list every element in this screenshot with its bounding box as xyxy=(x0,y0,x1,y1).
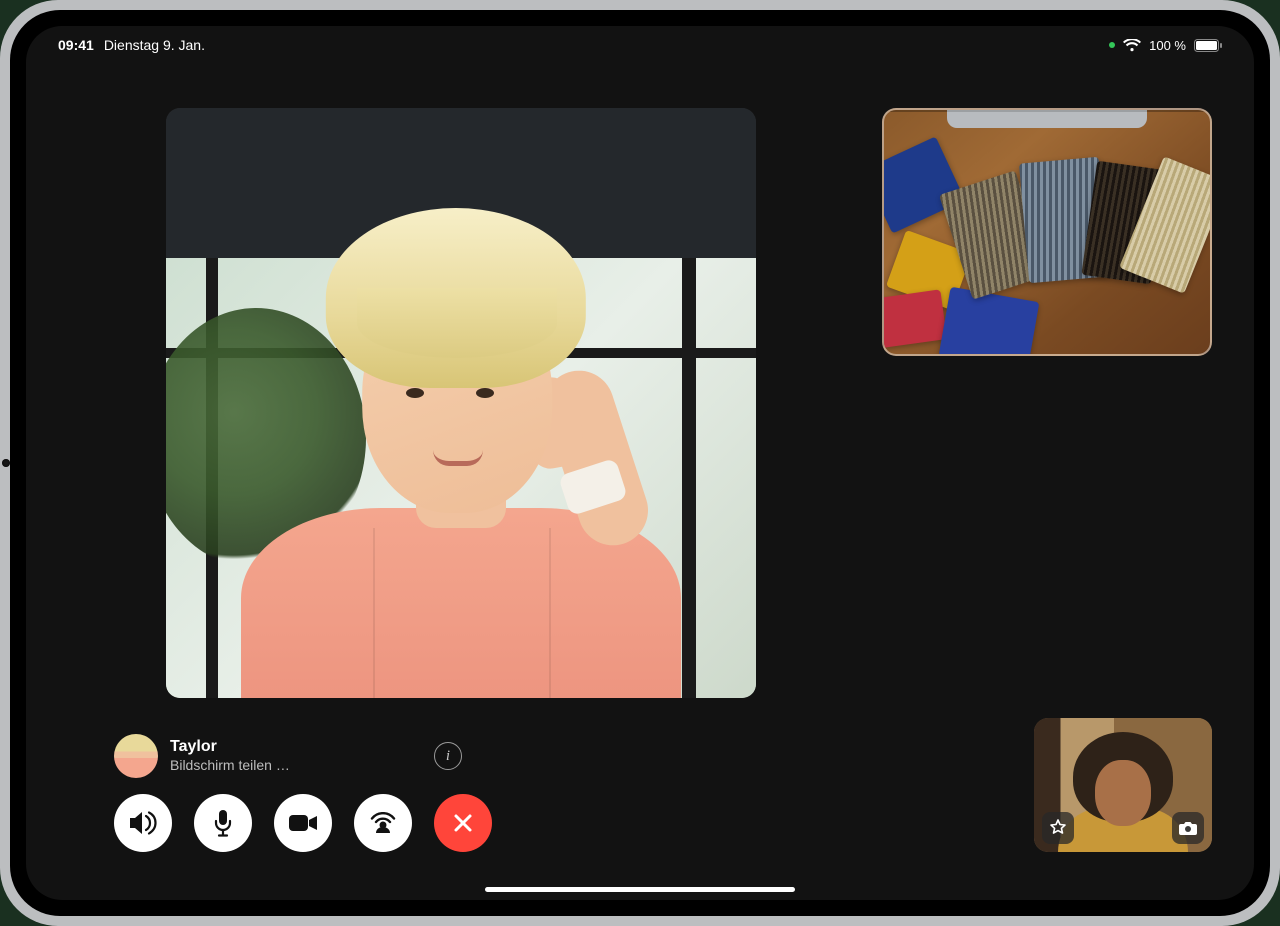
audio-route-button[interactable] xyxy=(114,794,172,852)
home-indicator[interactable] xyxy=(485,887,795,892)
self-view-pip[interactable] xyxy=(1034,718,1212,852)
info-button[interactable]: i xyxy=(434,742,462,770)
shared-screen-thumbnail[interactable] xyxy=(882,108,1212,356)
status-time: 09:41 xyxy=(58,37,94,53)
caller-info-row: Taylor Bildschirm teilen … xyxy=(114,734,290,778)
mute-button[interactable] xyxy=(194,794,252,852)
battery-percent: 100 % xyxy=(1149,38,1186,53)
caller-name: Taylor xyxy=(170,737,290,757)
status-bar: 09:41 Dienstag 9. Jan. 100 % xyxy=(26,26,1254,64)
end-call-button[interactable] xyxy=(434,794,492,852)
privacy-indicator-dot xyxy=(1109,42,1115,48)
battery-icon xyxy=(1194,39,1222,52)
wifi-icon xyxy=(1123,39,1141,52)
info-icon: i xyxy=(446,748,450,765)
capture-button[interactable] xyxy=(1172,812,1204,844)
device-bezel: 09:41 Dienstag 9. Jan. 100 % xyxy=(10,10,1270,916)
call-controls xyxy=(114,794,492,852)
caller-avatar[interactable] xyxy=(114,734,158,778)
front-camera-dot xyxy=(2,459,10,467)
ipad-frame: 09:41 Dienstag 9. Jan. 100 % xyxy=(0,0,1280,926)
shareplay-button[interactable] xyxy=(354,794,412,852)
status-date: Dienstag 9. Jan. xyxy=(104,37,205,53)
effects-button[interactable] xyxy=(1042,812,1074,844)
caller-subtitle: Bildschirm teilen … xyxy=(170,757,290,775)
facetime-screen: 09:41 Dienstag 9. Jan. 100 % xyxy=(26,26,1254,900)
remote-participant-video[interactable] xyxy=(166,108,756,698)
camera-toggle-button[interactable] xyxy=(274,794,332,852)
